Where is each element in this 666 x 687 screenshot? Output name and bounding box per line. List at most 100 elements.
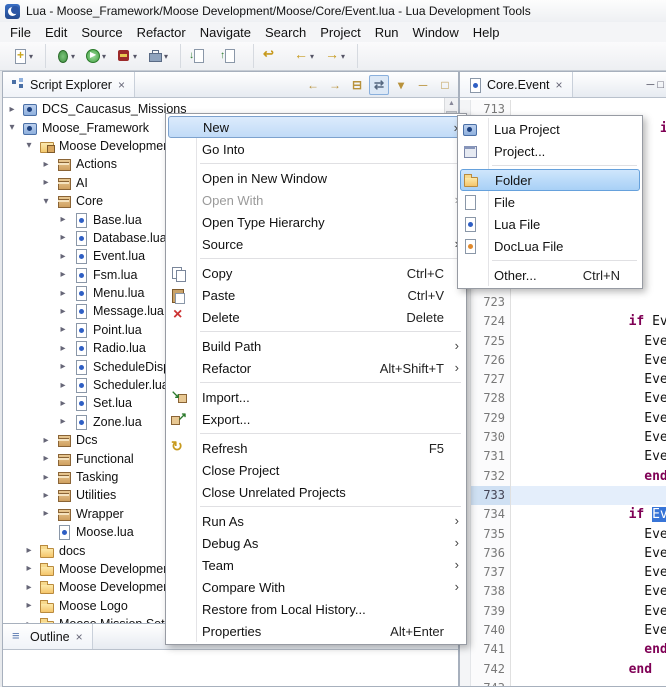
menubar-item[interactable]: Navigate [193, 23, 258, 42]
code-text[interactable]: end [511, 621, 666, 640]
expand-arrow-icon[interactable]: ▾ [40, 196, 52, 207]
expand-arrow-icon[interactable]: ▸ [57, 269, 69, 280]
tab-outline[interactable]: Outline [3, 624, 93, 649]
submenu-item-folder[interactable]: Folder [460, 169, 640, 191]
dropdown-arrow-icon[interactable]: ▾ [310, 52, 318, 61]
menu-item[interactable] [168, 379, 464, 386]
forward-button[interactable]: ▾ [321, 43, 352, 69]
dropdown-arrow-icon[interactable]: ▾ [29, 52, 37, 61]
menubar-item[interactable]: Edit [38, 23, 74, 42]
maximize-icon[interactable] [657, 79, 664, 91]
menu-item-source[interactable]: Source › [168, 233, 464, 255]
link-with-editor-button[interactable]: ⇄ [369, 75, 389, 95]
menu-item-build-path[interactable]: Build Path › [168, 335, 464, 357]
code-text[interactable]: Event.I [511, 563, 666, 582]
history-back-button[interactable]: ← [303, 75, 323, 95]
menu-item-open-in-new-window[interactable]: Open in New Window [168, 167, 464, 189]
expand-arrow-icon[interactable]: ▸ [57, 361, 69, 372]
menu-item[interactable] [168, 328, 464, 335]
menu-item[interactable] [168, 430, 464, 437]
submenu-item-lua-file[interactable]: Lua File [460, 213, 640, 235]
submenu-item[interactable] [460, 162, 640, 169]
menu-item-copy[interactable]: Copy Ctrl+C [168, 262, 464, 284]
code-text[interactable] [511, 660, 666, 679]
last-edit-location-button[interactable] [259, 43, 290, 69]
expand-arrow-icon[interactable]: ▸ [57, 380, 69, 391]
maximize-view-button[interactable]: □ [435, 75, 455, 95]
code-text[interactable]: Event.I [511, 602, 666, 621]
code-text[interactable]: Event.I [511, 370, 666, 389]
submenu-item-file[interactable]: File [460, 191, 640, 213]
expand-arrow-icon[interactable]: ▸ [23, 582, 35, 593]
tab-script-explorer[interactable]: Script Explorer [3, 72, 135, 97]
menu-item-properties[interactable]: Properties Alt+Enter [168, 620, 464, 642]
menu-item-run-as[interactable]: Run As › [168, 510, 464, 532]
expand-arrow-icon[interactable]: ▸ [57, 343, 69, 354]
menu-item-export[interactable]: Export... [168, 408, 464, 430]
expand-arrow-icon[interactable]: ▸ [40, 453, 52, 464]
code-text[interactable]: Event.I [511, 389, 666, 408]
expand-arrow-icon[interactable]: ▸ [57, 416, 69, 427]
menu-item-go-into[interactable]: Go Into [168, 138, 464, 160]
history-forward-button[interactable]: → [325, 75, 345, 95]
expand-arrow-icon[interactable]: ▸ [6, 104, 18, 115]
minimize-icon[interactable] [647, 79, 655, 91]
submenu-item-project[interactable]: Project... [460, 140, 640, 162]
menubar-item[interactable]: Project [313, 23, 367, 42]
menu-item-close-project[interactable]: Close Project [168, 459, 464, 481]
code-text[interactable]: Event.I [511, 544, 666, 563]
menu-item-debug-as[interactable]: Debug As › [168, 532, 464, 554]
code-text[interactable]: Event.I [511, 332, 666, 351]
dropdown-arrow-icon[interactable]: ▾ [102, 52, 110, 61]
expand-arrow-icon[interactable]: ▸ [40, 159, 52, 170]
code-text[interactable]: Event.I [511, 428, 666, 447]
code-text[interactable]: Event.I [511, 582, 666, 601]
external-tools-button[interactable]: ▾ [144, 43, 175, 69]
code-text[interactable] [511, 467, 666, 486]
expand-arrow-icon[interactable]: ▸ [23, 563, 35, 574]
expand-arrow-icon[interactable]: ▸ [57, 324, 69, 335]
expand-arrow-icon[interactable]: ▸ [40, 490, 52, 501]
code-text[interactable]: Event.I [511, 351, 666, 370]
expand-arrow-icon[interactable]: ▸ [57, 306, 69, 317]
new-button[interactable]: ▾ [9, 43, 40, 69]
expand-arrow-icon[interactable]: ▸ [40, 435, 52, 446]
menubar-item[interactable]: Window [406, 23, 466, 42]
minimize-view-button[interactable]: ─ [413, 75, 433, 95]
back-button[interactable]: ▾ [290, 43, 321, 69]
menu-item-paste[interactable]: Paste Ctrl+V [168, 284, 464, 306]
expand-arrow-icon[interactable]: ▸ [40, 177, 52, 188]
collapse-all-button[interactable]: ⊟ [347, 75, 367, 95]
previous-annotation-button[interactable] [217, 43, 248, 69]
menubar-item[interactable]: Refactor [130, 23, 193, 42]
submenu-item-other[interactable]: Other... Ctrl+N [460, 264, 640, 286]
menubar-item[interactable]: File [3, 23, 38, 42]
menubar-item[interactable]: Search [258, 23, 313, 42]
run-button[interactable]: ▾ [82, 43, 113, 69]
code-text[interactable]: Event.I [511, 505, 666, 524]
close-icon[interactable] [74, 630, 85, 644]
menu-item[interactable] [168, 503, 464, 510]
close-icon[interactable] [554, 78, 565, 92]
code-text[interactable]: end [511, 640, 666, 659]
code-text[interactable]: if Event.ta [511, 679, 666, 686]
menu-item-import[interactable]: Import... [168, 386, 464, 408]
expand-arrow-icon[interactable]: ▸ [57, 251, 69, 262]
menu-item-compare-with[interactable]: Compare With › [168, 576, 464, 598]
expand-arrow-icon[interactable]: ▸ [23, 545, 35, 556]
expand-arrow-icon[interactable]: ▾ [23, 140, 35, 151]
expand-arrow-icon[interactable]: ▸ [40, 472, 52, 483]
menu-item[interactable] [168, 160, 464, 167]
expand-arrow-icon[interactable]: ▸ [23, 600, 35, 611]
dropdown-arrow-icon[interactable]: ▾ [341, 52, 349, 61]
dropdown-arrow-icon[interactable]: ▾ [133, 52, 141, 61]
menu-item-refactor[interactable]: Refactor Alt+Shift+T › [168, 357, 464, 379]
scroll-up-icon[interactable]: ▲ [445, 98, 458, 110]
dropdown-arrow-icon[interactable]: ▾ [71, 52, 79, 61]
menu-item-open-type-hierarchy[interactable]: Open Type Hierarchy [168, 211, 464, 233]
tab-core-event[interactable]: Core.Event [460, 72, 573, 97]
menu-item-team[interactable]: Team › [168, 554, 464, 576]
code-text[interactable]: end [511, 447, 666, 466]
menu-item-refresh[interactable]: Refresh F5 [168, 437, 464, 459]
coverage-button[interactable]: ▾ [113, 43, 144, 69]
